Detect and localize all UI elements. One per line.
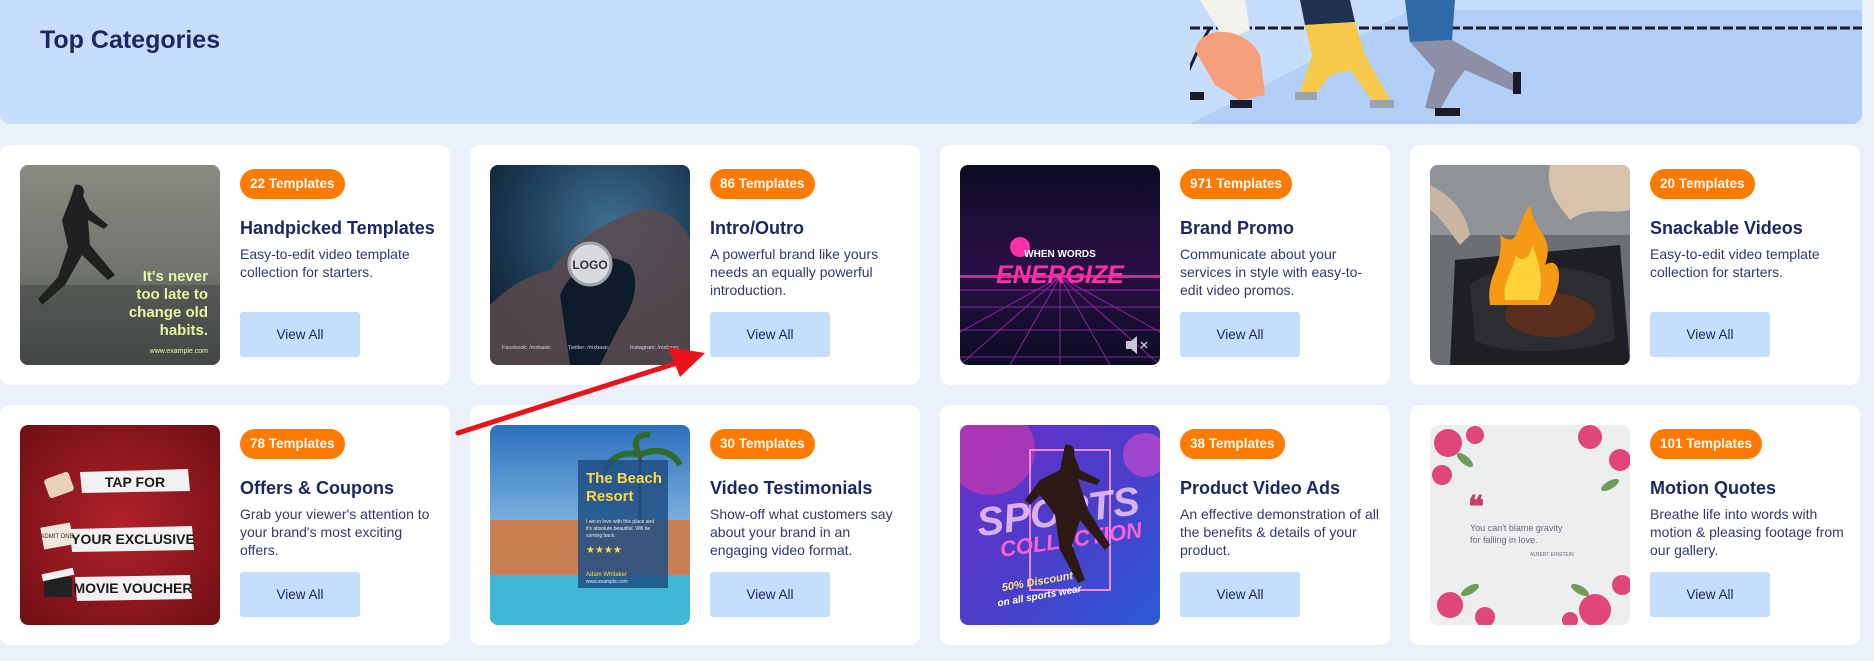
- svg-text:★★★★: ★★★★: [586, 545, 622, 556]
- retro-grid-image: WHEN WORDS ENERGIZE: [960, 165, 1160, 365]
- rock-arch-image: LOGO Facebook: /mxbasic Twitter: /mxbasi…: [490, 165, 690, 365]
- movie-voucher-image: TAP FOR YOUR EXCLUSIVE MOVIE VOUCHER ADM…: [20, 425, 220, 625]
- category-title[interactable]: Snackable Videos: [1650, 218, 1803, 239]
- category-title[interactable]: Video Testimonials: [710, 478, 872, 499]
- category-description: Easy-to-edit video template collection f…: [240, 246, 410, 280]
- svg-text:I am in love with this place a: I am in love with this place and: [586, 519, 654, 525]
- view-all-button[interactable]: View All: [1650, 572, 1770, 617]
- svg-text:ENERGIZE: ENERGIZE: [996, 261, 1125, 289]
- svg-text:it's absolute beautiful. Will: it's absolute beautiful. Will be: [586, 526, 651, 532]
- template-count-badge: 78 Templates: [240, 429, 345, 459]
- svg-text:ADMIT ONE: ADMIT ONE: [40, 534, 73, 540]
- svg-text:You can't blame gravity: You can't blame gravity: [1470, 523, 1563, 533]
- brand-promo-thumbnail[interactable]: WHEN WORDS ENERGIZE: [960, 165, 1160, 365]
- svg-text:YOUR EXCLUSIVE: YOUR EXCLUSIVE: [71, 531, 195, 547]
- category-title[interactable]: Handpicked Templates: [240, 218, 435, 239]
- page: Top Categories It's never too late to ch…: [0, 0, 1874, 661]
- svg-text:coming back.: coming back.: [586, 533, 615, 539]
- svg-text:Facebook: /mxbasic: Facebook: /mxbasic: [502, 345, 551, 351]
- template-count-badge: 971 Templates: [1180, 169, 1293, 199]
- svg-text:Twitter: /mxbasic: Twitter: /mxbasic: [568, 345, 609, 351]
- view-all-button[interactable]: View All: [710, 572, 830, 617]
- grill-flame-image: [1430, 165, 1630, 365]
- floral-quote-image: ❝ You can't blame gravity for falling in…: [1430, 425, 1630, 625]
- sports-collection-image: SPORTS COLLECTION 50% Discount on all sp…: [960, 425, 1160, 625]
- category-card-video-testimonials[interactable]: The Beach Resort I am in love with this …: [470, 405, 920, 645]
- runner-image: It's never too late to change old habits…: [20, 165, 220, 365]
- category-description: Show-off what customers say about your b…: [710, 506, 893, 558]
- intro-outro-thumbnail[interactable]: LOGO Facebook: /mxbasic Twitter: /mxbasi…: [490, 165, 690, 365]
- svg-text:Instagram: /mxbasic: Instagram: /mxbasic: [630, 345, 679, 351]
- svg-text:WHEN WORDS: WHEN WORDS: [1024, 249, 1096, 260]
- offers-thumbnail[interactable]: TAP FOR YOUR EXCLUSIVE MOVIE VOUCHER ADM…: [20, 425, 220, 625]
- beach-resort-image: The Beach Resort I am in love with this …: [490, 425, 690, 625]
- testimonials-thumbnail[interactable]: The Beach Resort I am in love with this …: [490, 425, 690, 625]
- view-all-button[interactable]: View All: [710, 312, 830, 357]
- category-card-product-video-ads[interactable]: SPORTS COLLECTION 50% Discount on all sp…: [940, 405, 1390, 645]
- category-title[interactable]: Product Video Ads: [1180, 478, 1340, 499]
- top-categories-banner: Top Categories: [0, 0, 1862, 124]
- svg-text:MOVIE VOUCHER: MOVIE VOUCHER: [73, 580, 192, 596]
- handpicked-thumbnail[interactable]: It's never too late to change old habits…: [20, 165, 220, 365]
- svg-text:LOGO: LOGO: [572, 258, 607, 272]
- template-count-badge: 101 Templates: [1650, 429, 1763, 459]
- category-description: An effective demonstration of all the be…: [1180, 506, 1379, 558]
- svg-text:Resort: Resort: [586, 488, 634, 505]
- category-card-intro-outro[interactable]: LOGO Facebook: /mxbasic Twitter: /mxbasi…: [470, 145, 920, 385]
- view-all-button[interactable]: View All: [240, 312, 360, 357]
- svg-text:www.example.com: www.example.com: [586, 579, 628, 585]
- motion-quotes-thumbnail[interactable]: ❝ You can't blame gravity for falling in…: [1430, 425, 1630, 625]
- view-all-button[interactable]: View All: [240, 572, 360, 617]
- svg-text:The Beach: The Beach: [586, 470, 662, 487]
- category-card-brand-promo[interactable]: WHEN WORDS ENERGIZE 971 Templates Brand …: [940, 145, 1390, 385]
- category-description: Breathe life into words with motion & pl…: [1650, 506, 1844, 558]
- category-description: Grab your viewer's attention to your bra…: [240, 506, 430, 558]
- category-card-handpicked[interactable]: It's never too late to change old habits…: [0, 145, 450, 385]
- category-card-snackable[interactable]: 20 Templates Snackable Videos Easy-to-ed…: [1410, 145, 1860, 385]
- svg-text:change old: change old: [129, 304, 208, 321]
- svg-text:TAP FOR: TAP FOR: [105, 474, 165, 490]
- view-all-button[interactable]: View All: [1650, 312, 1770, 357]
- category-description: Easy-to-edit video template collection f…: [1650, 246, 1820, 280]
- svg-text:www.example.com: www.example.com: [149, 348, 209, 355]
- category-card-motion-quotes[interactable]: ❝ You can't blame gravity for falling in…: [1410, 405, 1860, 645]
- category-title[interactable]: Offers & Coupons: [240, 478, 394, 499]
- template-count-badge: 20 Templates: [1650, 169, 1755, 199]
- category-title[interactable]: Motion Quotes: [1650, 478, 1776, 499]
- svg-text:habits.: habits.: [160, 322, 208, 339]
- product-ads-thumbnail[interactable]: SPORTS COLLECTION 50% Discount on all sp…: [960, 425, 1160, 625]
- category-description: Communicate about your services in style…: [1180, 246, 1363, 298]
- svg-text:❝: ❝: [1468, 490, 1484, 525]
- view-all-button[interactable]: View All: [1180, 312, 1300, 357]
- category-title[interactable]: Brand Promo: [1180, 218, 1294, 239]
- category-card-offers-coupons[interactable]: TAP FOR YOUR EXCLUSIVE MOVIE VOUCHER ADM…: [0, 405, 450, 645]
- svg-text:too late to: too late to: [136, 286, 208, 303]
- svg-text:It's never: It's never: [143, 268, 208, 285]
- category-description: A powerful brand like yours needs an equ…: [710, 246, 879, 298]
- view-all-button[interactable]: View All: [1180, 572, 1300, 617]
- page-title: Top Categories: [40, 26, 221, 54]
- svg-text:for falling in love.: for falling in love.: [1470, 535, 1538, 545]
- template-count-badge: 22 Templates: [240, 169, 345, 199]
- tug-of-war-illustration: [1190, 0, 1862, 124]
- svg-text:Adam Whitaker: Adam Whitaker: [586, 572, 627, 578]
- template-count-badge: 30 Templates: [710, 429, 815, 459]
- template-count-badge: 38 Templates: [1180, 429, 1285, 459]
- template-count-badge: 86 Templates: [710, 169, 815, 199]
- snackable-thumbnail[interactable]: [1430, 165, 1630, 365]
- svg-text:ALBERT EINSTEIN: ALBERT EINSTEIN: [1530, 552, 1574, 558]
- category-title[interactable]: Intro/Outro: [710, 218, 804, 239]
